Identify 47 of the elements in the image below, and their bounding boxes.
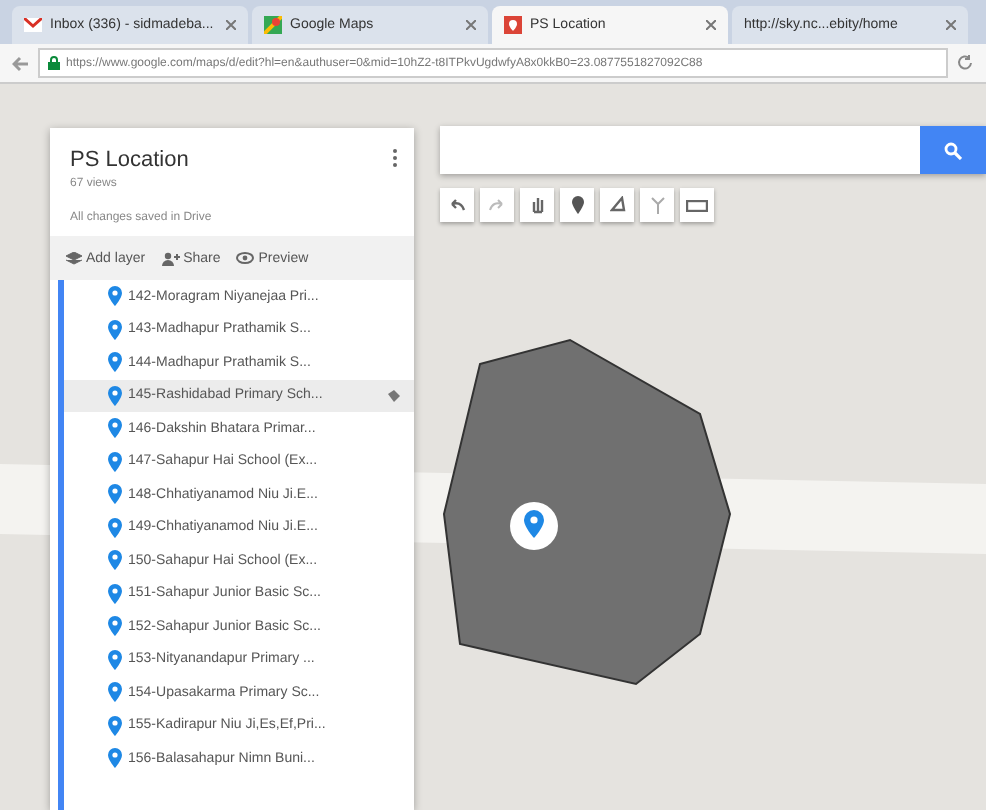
more-menu-icon[interactable] bbox=[392, 148, 398, 168]
eye-icon bbox=[236, 252, 255, 264]
map-tool-button[interactable] bbox=[680, 188, 714, 222]
close-icon[interactable] bbox=[946, 20, 956, 30]
map-tool-button[interactable] bbox=[520, 188, 554, 222]
lock-icon bbox=[48, 56, 60, 70]
map-marker-icon[interactable] bbox=[510, 502, 558, 550]
search-icon bbox=[944, 141, 962, 159]
map-pin-icon bbox=[108, 352, 122, 373]
map-pin-icon bbox=[108, 517, 122, 538]
add-person-icon bbox=[161, 251, 180, 265]
ruler-icon bbox=[686, 199, 708, 211]
close-icon[interactable] bbox=[226, 20, 236, 30]
search-field[interactable] bbox=[440, 126, 920, 174]
map-pin-icon bbox=[108, 715, 122, 736]
map-pin-icon bbox=[108, 451, 122, 472]
map-title[interactable]: PS Location bbox=[70, 148, 189, 172]
close-icon[interactable] bbox=[466, 20, 476, 30]
undo-icon bbox=[448, 198, 466, 212]
redo-icon bbox=[488, 198, 506, 212]
envelope-icon bbox=[24, 18, 42, 32]
area-polygon[interactable] bbox=[443, 338, 732, 686]
map-tool-button[interactable] bbox=[600, 188, 634, 222]
map-icon bbox=[264, 16, 282, 34]
map-pin-icon bbox=[108, 418, 122, 439]
marker-icon bbox=[571, 196, 583, 214]
map-view[interactable] bbox=[0, 84, 986, 810]
map-pin-icon bbox=[108, 649, 122, 670]
polygon-icon bbox=[609, 196, 625, 214]
layers-icon bbox=[66, 251, 82, 265]
map-pin-icon bbox=[108, 682, 122, 703]
map-pin-icon bbox=[108, 550, 122, 571]
map-pin-icon bbox=[108, 385, 122, 406]
map-pin-icon bbox=[108, 616, 122, 637]
map-pin-icon bbox=[108, 748, 122, 769]
pin-icon bbox=[504, 16, 522, 34]
back-arrow-icon[interactable] bbox=[12, 55, 30, 71]
map-pin-icon bbox=[108, 286, 122, 307]
route-icon bbox=[649, 196, 665, 214]
map-pin-icon bbox=[108, 319, 122, 340]
map-tool-button[interactable] bbox=[560, 188, 594, 222]
map-tool-button[interactable] bbox=[440, 188, 474, 222]
search-button[interactable] bbox=[920, 126, 986, 174]
close-icon[interactable] bbox=[706, 20, 716, 30]
reload-icon[interactable] bbox=[956, 54, 974, 72]
map-pin-icon bbox=[108, 583, 122, 604]
map-pin-icon bbox=[108, 484, 122, 505]
